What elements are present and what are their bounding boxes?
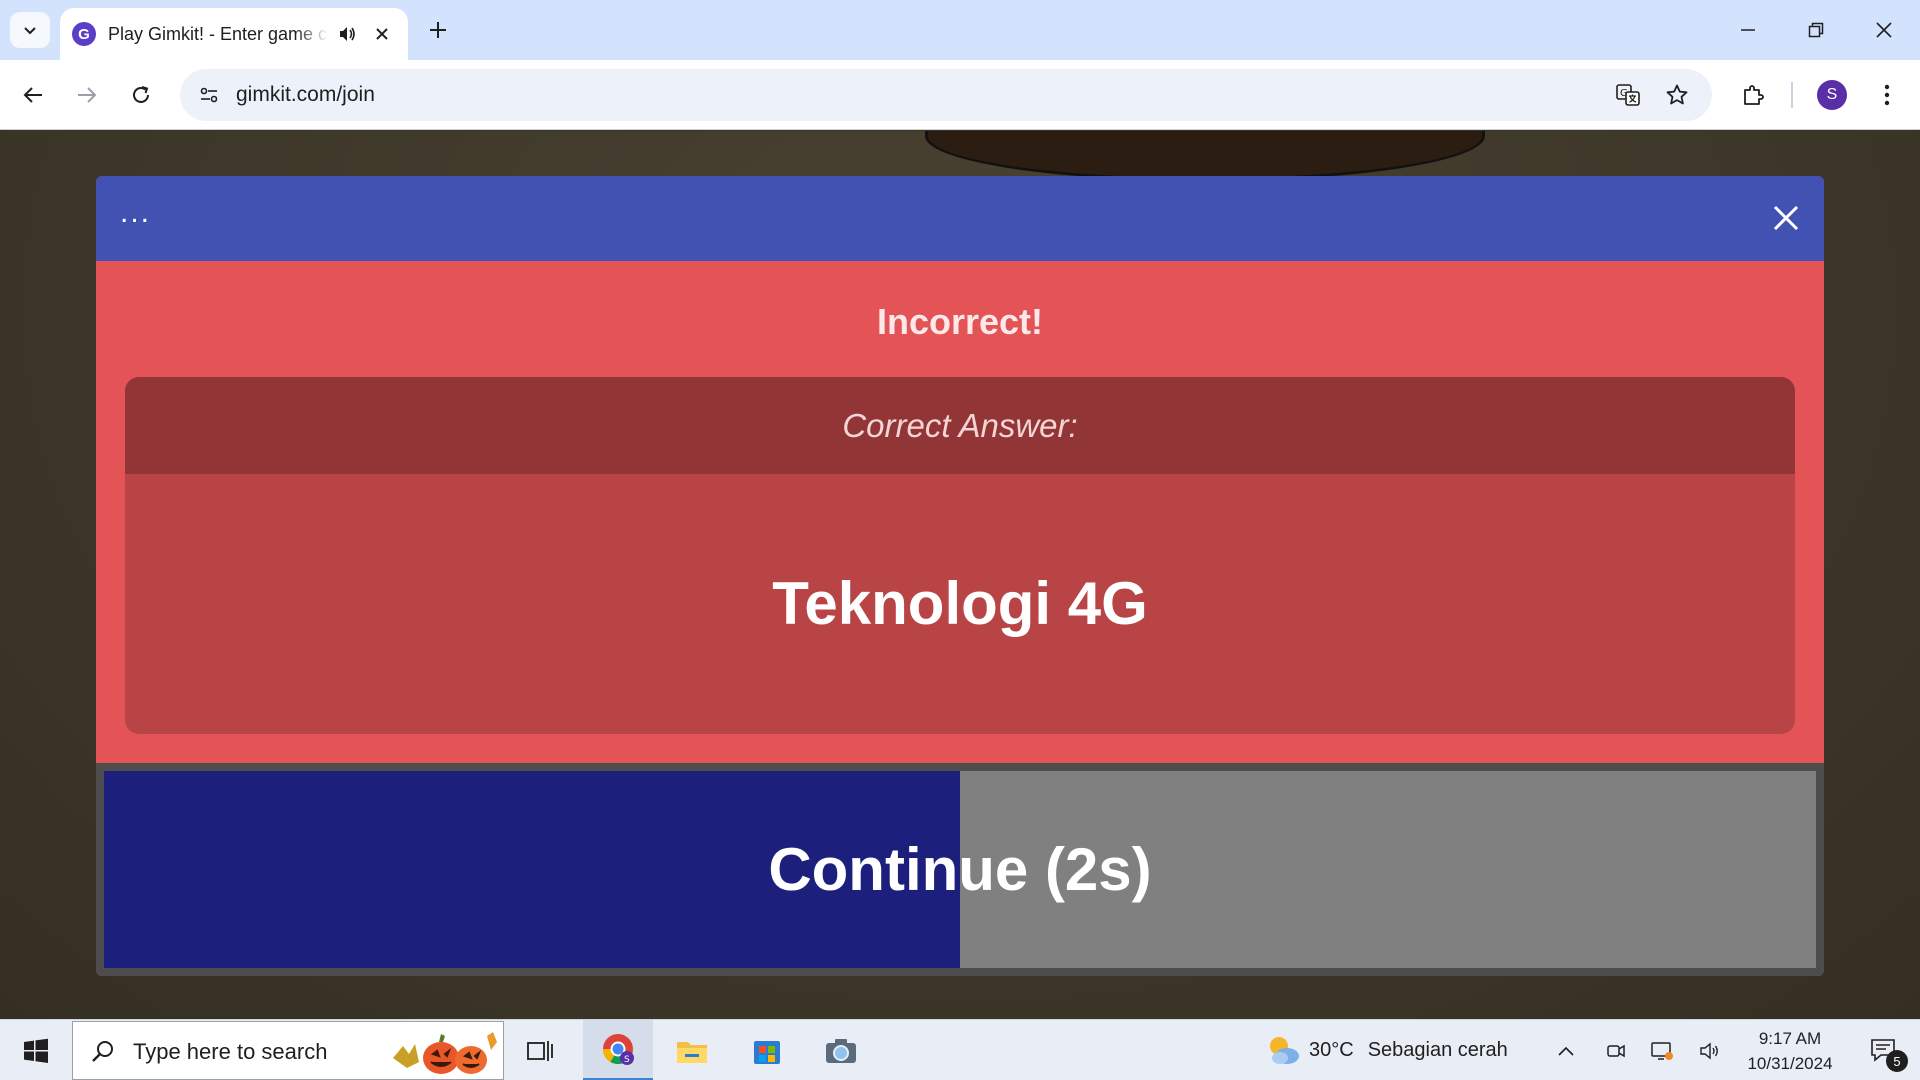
weather-temperature: 30°C xyxy=(1309,1038,1354,1061)
taskbar-camera[interactable] xyxy=(806,1020,876,1080)
favicon-letter: G xyxy=(78,25,90,43)
halloween-pumpkins-icon xyxy=(389,1028,501,1076)
store-icon xyxy=(754,1040,780,1064)
new-tab-button[interactable] xyxy=(418,14,458,46)
modal-header: ... xyxy=(96,176,1824,261)
result-title: Incorrect! xyxy=(876,301,1044,342)
browser-menu-button[interactable] xyxy=(1866,74,1908,116)
clock-date: 10/31/2024 xyxy=(1747,1054,1833,1073)
notification-center-button[interactable]: 5 xyxy=(1854,1020,1914,1080)
menu-dots-icon[interactable]: ... xyxy=(120,196,151,230)
speaker-icon[interactable] xyxy=(336,23,358,45)
taskbar-microsoft-store[interactable] xyxy=(732,1020,802,1080)
taskbar-file-explorer[interactable] xyxy=(657,1020,727,1080)
restore-button[interactable] xyxy=(1782,0,1850,60)
weather-widget[interactable]: 30°C Sebagian cerah xyxy=(1265,1034,1508,1066)
address-bar[interactable]: gimkit.com/join G xyxy=(180,69,1712,121)
browser-toolbar: gimkit.com/join G S xyxy=(0,60,1920,130)
site-info-icon[interactable] xyxy=(192,78,226,112)
extensions-button[interactable] xyxy=(1732,74,1774,116)
browser-tab[interactable]: G Play Gimkit! - Enter game code xyxy=(60,8,408,60)
arrow-left-icon xyxy=(23,87,42,103)
correct-answer-box: Correct Answer: Teknologi 4G xyxy=(125,377,1795,734)
continue-label: Continue (2s) xyxy=(768,836,1152,903)
answer-feedback-modal: ... Incorrect! Correct Answer: Teknologi… xyxy=(96,176,1824,976)
partly-sunny-icon xyxy=(1270,1037,1299,1064)
task-view-icon xyxy=(527,1040,553,1061)
network-icon[interactable] xyxy=(1640,1020,1684,1080)
taskbar: Type here to search S 30°C Sebagian cera… xyxy=(0,1019,1920,1080)
gimkit-favicon-icon: G xyxy=(72,22,96,46)
volume-icon[interactable] xyxy=(1688,1020,1732,1080)
svg-text:S: S xyxy=(624,1055,630,1065)
windows-logo-icon xyxy=(24,1038,48,1063)
puzzle-icon xyxy=(1744,85,1764,105)
continue-progress-track: Continue (2s) xyxy=(104,771,1816,968)
taskbar-search-box[interactable]: Type here to search xyxy=(72,1021,504,1080)
show-hidden-icons-button[interactable] xyxy=(1544,1020,1588,1080)
task-view-button[interactable] xyxy=(505,1020,575,1080)
window-close-button[interactable] xyxy=(1850,0,1918,60)
close-icon xyxy=(1876,22,1892,38)
tab-title: Play Gimkit! - Enter game code xyxy=(108,23,328,44)
tab-search-button[interactable] xyxy=(10,12,50,48)
chrome-icon: S xyxy=(603,1034,634,1065)
translate-icon[interactable]: G xyxy=(1612,79,1644,111)
forward-button[interactable] xyxy=(66,74,108,116)
bookmark-star-icon[interactable] xyxy=(1661,79,1693,111)
meet-now-icon[interactable] xyxy=(1594,1020,1638,1080)
toolbar-divider xyxy=(1791,82,1793,108)
correct-answer-label: Correct Answer: xyxy=(125,377,1795,474)
game-page: ... Incorrect! Correct Answer: Teknologi… xyxy=(0,131,1920,1019)
more-vertical-icon xyxy=(1884,84,1890,106)
background-decoration xyxy=(925,131,1485,181)
weather-description: Sebagian cerah xyxy=(1367,1038,1508,1061)
arrow-right-icon xyxy=(78,87,97,103)
start-button[interactable] xyxy=(0,1020,72,1080)
folder-icon xyxy=(677,1041,707,1063)
reload-button[interactable] xyxy=(120,74,162,116)
minimize-icon xyxy=(1741,29,1755,31)
reload-icon xyxy=(133,86,149,103)
notification-badge: 5 xyxy=(1886,1050,1908,1072)
profile-avatar[interactable]: S xyxy=(1817,80,1847,110)
back-button[interactable] xyxy=(12,74,54,116)
restore-icon xyxy=(1808,22,1824,38)
camera-icon xyxy=(826,1038,856,1063)
system-clock[interactable]: 9:17 AM 10/31/2024 xyxy=(1730,1026,1850,1076)
modal-close-icon[interactable] xyxy=(1768,200,1804,236)
correct-answer-text: Teknologi 4G xyxy=(772,570,1148,637)
chevron-down-icon xyxy=(24,27,36,35)
taskbar-chrome[interactable]: S xyxy=(583,1020,653,1080)
clock-time: 9:17 AM xyxy=(1758,1029,1822,1048)
tab-close-icon[interactable] xyxy=(370,22,394,46)
chevron-up-icon xyxy=(1558,1046,1574,1056)
minimize-button[interactable] xyxy=(1714,0,1782,60)
plus-icon xyxy=(430,22,446,38)
tab-strip: G Play Gimkit! - Enter game code xyxy=(0,0,1920,60)
search-placeholder: Type here to search xyxy=(133,1039,328,1064)
url-text[interactable]: gimkit.com/join xyxy=(236,83,375,107)
search-icon xyxy=(92,1041,113,1062)
continue-button[interactable]: Continue (2s) xyxy=(96,763,1824,976)
